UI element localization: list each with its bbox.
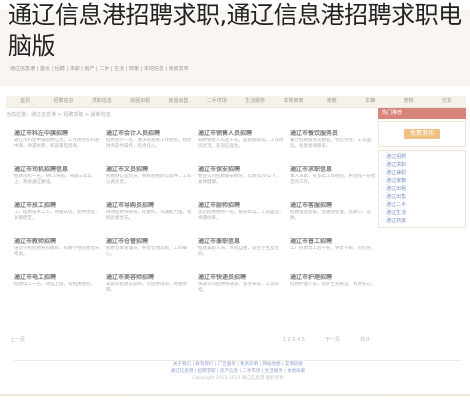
listing-card[interactable]: 通辽市厨师招聘 饭店招聘厨师一名，擅长炒菜，工资面议，待遇优厚。 xyxy=(198,202,284,234)
listing-card[interactable]: 通辽市技工招聘 工厂招聘技术工人，待遇从优，提供住宿，长期稳定。 xyxy=(14,202,100,234)
nav-item[interactable]: 车辆 xyxy=(351,96,389,107)
prev-page-link[interactable]: 上一页 xyxy=(10,334,25,346)
right-sidebar: 热门推荐 免费发布 · 通辽招聘 · 通辽求职 · 通辽兼职 · 通辽家教 · … xyxy=(378,108,466,298)
total-label: 共计 xyxy=(359,337,370,343)
nav-item[interactable]: 求职信息 xyxy=(83,96,121,107)
listing-card[interactable]: 通辽市科左中旗招聘 通辽市科左中旗招聘信息，工作地点在科左中旗，待遇优厚，欢迎来电… xyxy=(14,130,100,162)
listing-card[interactable]: 通辽市导购员招聘 商场招聘导购员，形象好，沟通能力强，有经验者优先。 xyxy=(106,202,192,234)
sidebar-link[interactable]: · 通辽兼职 xyxy=(383,169,461,177)
nav-item[interactable]: 本地商家 xyxy=(274,96,312,107)
sidebar-link[interactable]: · 通辽二手 xyxy=(383,201,461,209)
listing-card[interactable]: 通辽市仓管招聘 招聘仓库管理员，熟悉仓储流程，工作细心。 xyxy=(106,238,192,270)
listing-grid: 通辽市科左中旗招聘 通辽市科左中旗招聘信息，工作地点在科左中旗，待遇优厚，欢迎来电… xyxy=(14,130,376,306)
sidebar-link[interactable]: · 通辽出租 xyxy=(383,185,461,193)
sidebar-link[interactable]: · 通辽求职 xyxy=(383,161,461,169)
listing-card[interactable]: 通辽市电工招聘 招聘电工一名，持证上岗，有相关经验。 xyxy=(14,274,100,306)
page-numbers[interactable]: 1 2 3 4 5 xyxy=(283,334,305,346)
page-title: 通辽信息港招聘求职,通辽信息港招聘求职电脑版 xyxy=(8,1,462,60)
post-box: 免费发布 xyxy=(378,121,466,147)
nav-item[interactable]: 首页 xyxy=(6,96,44,107)
nav-item[interactable]: 家教 xyxy=(313,96,351,107)
footer: 关于我们 | 联系我们 | 广告服务 | 免责声明 | 网站地图 | 友情链接 … xyxy=(14,360,462,391)
sidebar-header: 热门推荐 xyxy=(378,108,466,119)
listing-card[interactable]: 通辽市护理招聘 招聘护理人员，有护士资格证，有责任心。 xyxy=(290,274,376,306)
listing-card[interactable]: 通辽市销售人员招聘 诚聘销售人员若干名，底薪加提成，工作时间灵活，欢迎应届生。 xyxy=(198,130,284,162)
post-button[interactable]: 免费发布 xyxy=(403,129,440,139)
listing-card[interactable]: 通辽市文员招聘 招聘办公室文员，熟练使用办公软件，工作认真负责。 xyxy=(106,166,192,198)
sidebar-link[interactable]: · 通辽生活 xyxy=(383,209,461,217)
nav-item[interactable]: 房屋出租 xyxy=(121,96,159,107)
next-page-link[interactable]: 下一页 xyxy=(325,334,340,346)
nav-item[interactable]: 招聘信息 xyxy=(44,96,82,107)
top-links[interactable]: 通辽信息港 | 首页 | 招聘 | 求职 | 房产 | 二手 | 生活 | 商家… xyxy=(10,66,460,73)
website-screenshot: 通辽信息港 | 首页 | 招聘 | 求职 | 房产 | 二手 | 生活 | 商家… xyxy=(0,10,470,400)
nav-item[interactable]: 生活服务 xyxy=(236,96,274,107)
sidebar-link[interactable]: · 通辽出售 xyxy=(383,193,461,201)
listing-card[interactable]: 通辽市兼职信息 招聘兼职人员，时间自由，适合学生及宝妈。 xyxy=(198,238,284,270)
listing-card[interactable]: 通辽市会计人员招聘 招聘会计一名，要求有相关工作经验，熟悉财务软件操作，有责任心。 xyxy=(106,130,192,162)
pagination: 上一页 1 2 3 4 5 下一页 共计 xyxy=(10,334,370,346)
main-nav: 首页 招聘信息 求职信息 房屋出租 房屋出售 二手市场 生活服务 本地商家 家教… xyxy=(6,96,466,108)
listing-card[interactable]: 通辽市普工招聘 工厂招聘普工若干名，男女不限，包吃住。 xyxy=(290,238,376,270)
listing-card[interactable]: 通辽市保安招聘 物业公司招聘保安数名，年龄45岁以下，身体健康。 xyxy=(198,166,284,198)
nav-item[interactable]: 宠物 xyxy=(389,96,427,107)
nav-item[interactable]: 二手市场 xyxy=(198,96,236,107)
listing-card[interactable]: 通辽市美容师招聘 美容院招聘美容师，可提供培训，待遇优厚。 xyxy=(106,274,192,306)
listing-card[interactable]: 通辽市求职信息 本人求职，有多年工作经验，希望找一份稳定的工作。 xyxy=(290,166,376,198)
listing-card[interactable]: 通辽市客服招聘 招聘电话客服，普通话标准，有耐心，双休。 xyxy=(290,202,376,234)
nav-item[interactable]: 交友 xyxy=(428,96,466,107)
sidebar-link[interactable]: · 通辽招聘 xyxy=(383,153,461,161)
footer-links[interactable]: 关于我们 | 联系我们 | 广告服务 | 免责声明 | 网站地图 | 友情链接 xyxy=(14,361,462,368)
sidebar-link[interactable]: · 通辽商家 xyxy=(383,217,461,225)
copyright: Copyright 2013-2014 通辽信息港 版权所有 xyxy=(192,376,284,381)
listing-card[interactable]: 通辽市快递员招聘 快递公司招聘快递员，多劳多得，工资日结。 xyxy=(198,274,284,306)
listing-card[interactable]: 通辽市司机招聘信息 招聘司机一名，持C1驾照，驾龄三年以上，熟悉通辽路线。 xyxy=(14,166,100,198)
footer-links-secondary[interactable]: 通辽信息港 | 招聘求职 | 房产信息 | 二手市场 | 生活服务 | 本地商家 xyxy=(14,368,462,375)
listing-card[interactable]: 通辽市教师招聘 培训学校招聘各科教师，有教学经验者优先考虑。 xyxy=(14,238,100,270)
listing-card[interactable]: 通辽市餐饮服务员 餐厅招聘服务员数名，包吃包住，工资面议，有意者请联系。 xyxy=(290,130,376,162)
sidebar-links: · 通辽招聘 · 通辽求职 · 通辽兼职 · 通辽家教 · 通辽出租 · 通辽出… xyxy=(378,150,466,228)
bottom-divider xyxy=(0,394,470,396)
nav-item[interactable]: 房屋出售 xyxy=(159,96,197,107)
sidebar-link[interactable]: · 通辽家教 xyxy=(383,177,461,185)
breadcrumb: 当前位置：通辽信息港 > 招聘求职 > 最新信息 xyxy=(6,112,111,118)
